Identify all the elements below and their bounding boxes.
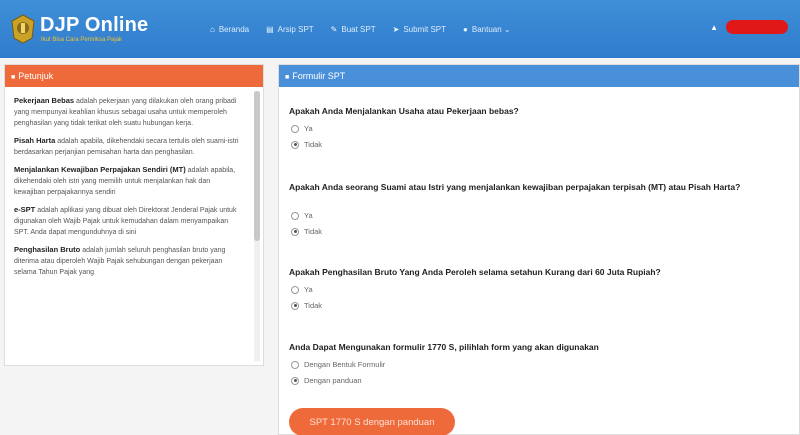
petunjuk-panel: ■ Petunjuk Pekerjaan Bebas adalah pekerja… — [4, 64, 264, 366]
brand-title[interactable]: DJP Online — [40, 14, 148, 37]
option-q2-tidak[interactable]: Tidak — [291, 227, 322, 236]
nav-beranda-label: Beranda — [218, 24, 250, 34]
petunjuk-item: Penghasilan Bruto adalah jumlah seluruh … — [14, 244, 243, 278]
option-q1-ya[interactable]: Ya — [291, 124, 313, 133]
formulir-title: Formulir SPT — [292, 71, 346, 81]
petunjuk-term: Penghasilan Bruto — [14, 245, 81, 254]
radio-button[interactable] — [291, 124, 299, 133]
radio-button[interactable] — [291, 285, 299, 294]
nav-buat-spt[interactable]: ✎ Buat SPT — [331, 25, 376, 34]
nav-submit-spt[interactable]: ➤ Submit SPT — [393, 25, 446, 34]
brand-tagline: Ikut Bisa Cara Pemriksa Pajak — [41, 37, 123, 43]
spt-1770s-panduan-button[interactable]: SPT 1770 S dengan panduan — [289, 408, 455, 435]
option-label: Dengan panduan — [304, 376, 362, 385]
petunjuk-scrollbar[interactable] — [254, 91, 260, 361]
info-icon: ■ — [11, 74, 16, 81]
main-nav: ⌂ Beranda ▤ Arsip SPT ✎ Buat SPT ➤ Submi… — [210, 0, 528, 58]
option-q3-tidak[interactable]: Tidak — [291, 301, 322, 310]
petunjuk-item: Pekerjaan Bebas adalah pekerjaan yang di… — [14, 95, 243, 129]
edit-icon: ✎ — [330, 24, 338, 34]
home-icon: ⌂ — [210, 24, 215, 34]
petunjuk-text: adalah aplikasi yang dibuat oleh Direkto… — [14, 207, 237, 236]
petunjuk-header: ■ Petunjuk — [5, 65, 263, 87]
option-label: Ya — [304, 211, 313, 220]
top-navbar: DJP Online Ikut Bisa Cara Pemriksa Pajak… — [0, 0, 800, 58]
petunjuk-term: Menjalankan Kewajiban Perpajakan Sendiri… — [14, 165, 186, 174]
option-q1-tidak[interactable]: Tidak — [291, 140, 322, 149]
question-mt-pisah-harta: Apakah Anda seorang Suami atau Istri yan… — [289, 182, 741, 192]
option-label: Ya — [304, 124, 313, 133]
nav-arsip-spt-label: Arsip SPT — [277, 24, 314, 34]
nav-bantuan-label: Bantuan ⌄ — [471, 24, 511, 34]
radio-button[interactable] — [291, 376, 299, 385]
petunjuk-title: Petunjuk — [18, 71, 54, 81]
petunjuk-term: Pekerjaan Bebas — [14, 96, 75, 105]
petunjuk-item: Pisah Harta adalah apabila, dikehendaki … — [14, 135, 243, 158]
radio-button[interactable] — [291, 140, 299, 149]
petunjuk-term: Pisah Harta — [14, 136, 56, 145]
nav-bantuan[interactable]: ● Bantuan ⌄ — [463, 25, 511, 34]
option-label: Tidak — [304, 140, 323, 149]
petunjuk-item: Menjalankan Kewajiban Perpajakan Sendiri… — [14, 164, 243, 198]
redacted-username — [726, 20, 788, 34]
question-penghasilan-bruto: Apakah Penghasilan Bruto Yang Anda Perol… — [289, 267, 661, 277]
option-label: Tidak — [304, 227, 323, 236]
scrollbar-thumb[interactable] — [254, 91, 260, 241]
petunjuk-item: e-SPT adalah aplikasi yang dibuat oleh D… — [14, 204, 243, 238]
help-icon: ● — [463, 24, 468, 34]
user-menu[interactable]: ▲ — [710, 20, 788, 34]
form-icon: ■ — [285, 74, 290, 81]
list-icon: ▤ — [266, 24, 274, 34]
formulir-panel: ■ Formulir SPT Apakah Anda Menjalankan Us… — [278, 64, 800, 435]
user-icon: ▲ — [710, 22, 718, 32]
option-label: Dengan Bentuk Formulir — [304, 360, 386, 369]
nav-submit-spt-label: Submit SPT — [403, 24, 447, 34]
option-dengan-panduan[interactable]: Dengan panduan — [291, 376, 362, 385]
formulir-header: ■ Formulir SPT — [279, 65, 799, 87]
nav-beranda[interactable]: ⌂ Beranda — [210, 25, 249, 34]
petunjuk-body: Pekerjaan Bebas adalah pekerjaan yang di… — [6, 91, 251, 361]
nav-arsip-spt[interactable]: ▤ Arsip SPT — [266, 25, 314, 34]
option-bentuk-formulir[interactable]: Dengan Bentuk Formulir — [291, 360, 385, 369]
send-icon: ➤ — [392, 24, 400, 34]
question-form-choice: Anda Dapat Mengunakan formulir 1770 S, p… — [289, 342, 599, 352]
radio-button[interactable] — [291, 360, 299, 369]
option-q3-ya[interactable]: Ya — [291, 285, 313, 294]
option-label: Ya — [304, 285, 313, 294]
option-q2-ya[interactable]: Ya — [291, 211, 313, 220]
nav-buat-spt-label: Buat SPT — [341, 24, 376, 34]
option-label: Tidak — [304, 301, 323, 310]
radio-button[interactable] — [291, 227, 299, 236]
question-usaha: Apakah Anda Menjalankan Usaha atau Peker… — [289, 106, 519, 116]
djp-emblem-icon[interactable] — [10, 14, 36, 44]
radio-button[interactable] — [291, 301, 299, 310]
radio-button[interactable] — [291, 211, 299, 220]
petunjuk-term: e-SPT — [14, 205, 36, 214]
